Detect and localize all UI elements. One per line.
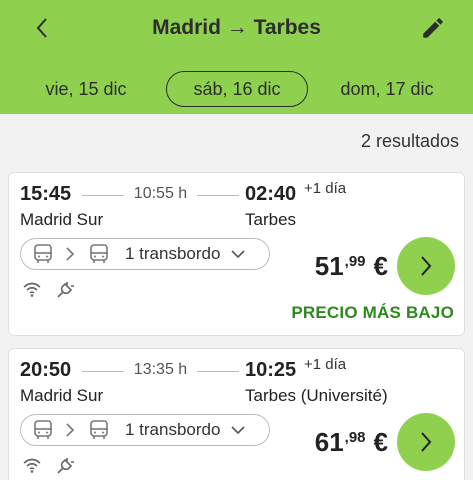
date-tab-next[interactable]: dom, 17 dic (331, 71, 443, 107)
timeline-divider (82, 195, 124, 196)
results-count: 2 resultados (360, 131, 459, 151)
chevron-right-icon (65, 244, 77, 264)
select-trip-button[interactable] (397, 413, 455, 471)
power-plug-icon (56, 279, 76, 299)
select-trip-button[interactable] (397, 237, 455, 295)
chevron-down-icon (230, 422, 246, 438)
price-decimals: ,98 (344, 429, 366, 446)
power-plug-icon (56, 455, 76, 475)
timeline-divider (82, 371, 124, 372)
departure-time: 20:50 (20, 359, 72, 381)
amenities (22, 455, 76, 475)
currency: € (373, 251, 388, 281)
amenities (22, 279, 76, 299)
plus-day-label: +1 día (304, 356, 347, 373)
price-decimals: ,99 (344, 253, 366, 270)
pencil-icon (423, 18, 443, 38)
arrival-time: 02:40 (245, 183, 297, 205)
chevron-right-icon (65, 420, 77, 440)
bus-icon (31, 418, 55, 442)
edit-search-button[interactable] (418, 14, 448, 42)
trip-duration: 13:35 h (133, 361, 188, 378)
trip-card[interactable]: 20:50 13:35 h 10:25 +1 día Madrid Sur Ta… (8, 348, 465, 480)
wifi-icon (22, 280, 42, 298)
chevron-right-icon (421, 256, 432, 276)
route-title: Madrid → Tarbes (152, 16, 321, 39)
back-button[interactable] (30, 14, 54, 42)
plus-day-label: +1 día (304, 180, 347, 197)
date-tab-previous[interactable]: vie, 15 dic (30, 71, 142, 107)
currency: € (373, 427, 388, 457)
price: 61,98 € (315, 427, 388, 458)
departure-time: 15:45 (20, 183, 72, 205)
trip-duration: 10:55 h (133, 185, 188, 202)
chevron-down-icon (230, 246, 246, 262)
arrival-time: 10:25 (245, 359, 297, 381)
trip-card[interactable]: 15:45 10:55 h 02:40 +1 día Madrid Sur Ta… (8, 172, 465, 336)
date-tab-selected[interactable]: sáb, 16 dic (166, 71, 308, 107)
price: 51,99 € (315, 251, 388, 282)
transfers-label: 1 transbordo (125, 244, 221, 263)
arrival-station: Tarbes (245, 210, 297, 229)
chevron-left-icon (36, 18, 47, 38)
timeline-divider (197, 195, 239, 196)
transfers-label: 1 transbordo (125, 420, 221, 439)
lowest-price-badge: PRECIO MÁS BAJO (291, 303, 454, 322)
price-integer: 51 (314, 251, 344, 281)
departure-station: Madrid Sur (20, 210, 104, 229)
departure-station: Madrid Sur (20, 386, 104, 405)
bus-icon (87, 418, 111, 442)
transfers-dropdown[interactable]: 1 transbordo (20, 414, 270, 446)
wifi-icon (22, 456, 42, 474)
bus-icon (87, 242, 111, 266)
bus-icon (31, 242, 55, 266)
timeline-divider (197, 371, 239, 372)
chevron-right-icon (421, 432, 432, 452)
transfers-dropdown[interactable]: 1 transbordo (20, 238, 270, 270)
arrival-station: Tarbes (Université) (245, 386, 388, 405)
price-integer: 61 (314, 427, 344, 457)
app-header: Madrid → Tarbes vie, 15 dic sáb, 16 dic … (0, 0, 473, 114)
